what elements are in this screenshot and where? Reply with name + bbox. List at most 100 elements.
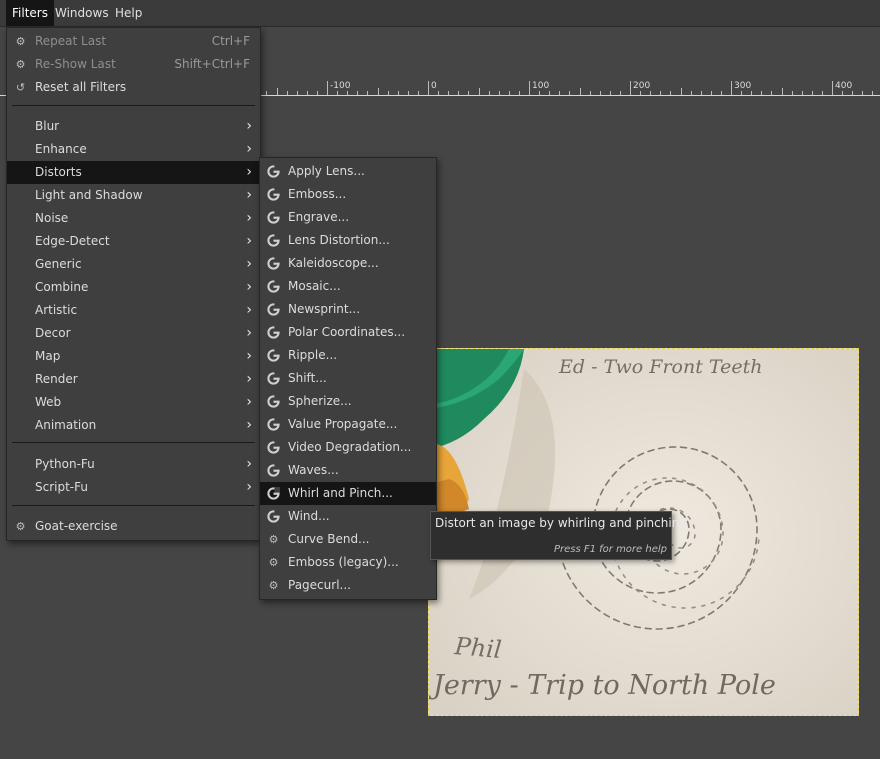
ruler-tick [630, 81, 631, 95]
distort-legacy-item[interactable]: ⚙ Pagecurl... [260, 574, 436, 597]
gegl-icon [267, 234, 280, 247]
distort-legacy-item[interactable]: ⚙ Emboss (legacy)... [260, 551, 436, 574]
reset-all-label: Reset all Filters [35, 80, 127, 94]
distort-item[interactable]: Lens Distortion... [260, 229, 436, 252]
ruler-tick [478, 88, 480, 95]
gegl-icon [267, 188, 280, 201]
menu-item-repeat-last[interactable]: ⚙ Repeat Last Ctrl+F [7, 30, 260, 53]
ruler-tick [367, 91, 369, 95]
distort-item[interactable]: Ripple... [260, 344, 436, 367]
menu-item-reshow-last[interactable]: ⚙ Re-Show Last Shift+Ctrl+F [7, 53, 260, 76]
distort-item[interactable]: Shift... [260, 367, 436, 390]
gegl-icon [267, 280, 280, 293]
menu-item-map[interactable]: Map › [7, 345, 260, 368]
ruler-tick [316, 91, 318, 95]
ruler-tick [337, 91, 339, 95]
distort-item[interactable]: Newsprint... [260, 298, 436, 321]
script-fu-label: Script-Fu [35, 480, 88, 494]
menu-item-label: Light and Shadow [35, 188, 143, 202]
ruler-tick [539, 91, 541, 95]
repeat-last-shortcut: Ctrl+F [211, 34, 250, 48]
menu-item-combine[interactable]: Combine › [7, 276, 260, 299]
plugin-gear-icon: ⚙ [268, 556, 279, 569]
menu-item-python-fu[interactable]: Python-Fu › [7, 453, 260, 476]
menu-item-blur[interactable]: Blur › [7, 115, 260, 138]
ruler-tick [377, 88, 379, 95]
ruler-tick [700, 91, 702, 95]
distort-item[interactable]: Video Degradation... [260, 436, 436, 459]
menu-item-light-and-shadow[interactable]: Light and Shadow › [7, 184, 260, 207]
menubar: Filters Windows Help [0, 0, 880, 27]
menu-item-label: Animation [35, 418, 97, 432]
distort-item[interactable]: Mosaic... [260, 275, 436, 298]
menu-windows[interactable]: Windows [49, 0, 115, 26]
menu-item-decor[interactable]: Decor › [7, 322, 260, 345]
menu-item-edge-detect[interactable]: Edge-Detect › [7, 230, 260, 253]
distort-item-label: Kaleidoscope... [288, 256, 379, 270]
menu-item-goat-exercise[interactable]: ⚙ Goat-exercise [7, 515, 260, 538]
image-text-phil: Phil [452, 632, 502, 664]
menu-item-animation[interactable]: Animation › [7, 414, 260, 437]
chevron-right-icon: › [246, 417, 252, 433]
ruler-tick [387, 91, 389, 95]
reshow-last-label: Re-Show Last [35, 57, 116, 71]
menu-item-label: Distorts [35, 165, 82, 179]
ruler-tick [306, 91, 308, 95]
distort-item-label: Waves... [288, 463, 339, 477]
ruler-tick [589, 91, 591, 95]
ruler-tick [872, 91, 874, 95]
distort-item[interactable]: Engrave... [260, 206, 436, 229]
distort-item-label: Whirl and Pinch... [288, 486, 393, 500]
distort-legacy-item[interactable]: ⚙ Curve Bend... [260, 528, 436, 551]
ruler-tick [842, 91, 844, 95]
menu-item-artistic[interactable]: Artistic › [7, 299, 260, 322]
distort-item-label: Wind... [288, 509, 330, 523]
menu-item-label: Blur [35, 119, 60, 133]
ruler-tick [266, 91, 268, 95]
distort-item[interactable]: Whirl and Pinch... [260, 482, 436, 505]
menu-item-enhance[interactable]: Enhance › [7, 138, 260, 161]
distort-item[interactable]: Spherize... [260, 390, 436, 413]
ruler-label: 100 [532, 81, 550, 91]
menu-item-label: Render [35, 372, 78, 386]
gegl-icon [267, 441, 280, 454]
ruler-tick [821, 91, 823, 95]
chevron-right-icon: › [246, 210, 252, 226]
menu-item-script-fu[interactable]: Script-Fu › [7, 476, 260, 499]
ruler-tick [650, 91, 652, 95]
distort-item[interactable]: Kaleidoscope... [260, 252, 436, 275]
ruler-tick [690, 91, 692, 95]
ruler-tick [680, 88, 682, 95]
menu-item-render[interactable]: Render › [7, 368, 260, 391]
reshow-icon: ⚙ [15, 58, 26, 71]
menu-item-distorts[interactable]: Distorts › [7, 161, 260, 184]
menu-help[interactable]: Help [109, 0, 148, 26]
ruler-tick [801, 91, 803, 95]
ruler-tick [347, 91, 349, 95]
distort-item-label: Emboss (legacy)... [288, 555, 399, 569]
distort-item[interactable]: Wind... [260, 505, 436, 528]
distort-item[interactable]: Value Propagate... [260, 413, 436, 436]
menu-filters[interactable]: Filters [6, 0, 54, 26]
distort-item[interactable]: Emboss... [260, 183, 436, 206]
ruler-tick [731, 81, 732, 95]
distort-item[interactable]: Waves... [260, 459, 436, 482]
distort-item-label: Curve Bend... [288, 532, 370, 546]
ruler-tick [720, 91, 722, 95]
image-text-bottom: Jerry - Trip to North Pole [429, 670, 776, 701]
ruler-tick [670, 91, 672, 95]
menu-item-web[interactable]: Web › [7, 391, 260, 414]
ruler-tick [468, 91, 470, 95]
filters-menu: ⚙ Repeat Last Ctrl+F ⚙ Re-Show Last Shif… [6, 27, 261, 541]
menu-item-generic[interactable]: Generic › [7, 253, 260, 276]
chevron-right-icon: › [246, 141, 252, 157]
distort-item-label: Newsprint... [288, 302, 361, 316]
ruler-tick [862, 91, 864, 95]
ruler-label: -100 [330, 81, 351, 91]
menu-item-reset-all-filters[interactable]: ↺ Reset all Filters [7, 76, 260, 99]
ruler-tick [518, 91, 520, 95]
ruler-tick [640, 91, 642, 95]
distort-item[interactable]: Apply Lens... [260, 160, 436, 183]
distort-item[interactable]: Polar Coordinates... [260, 321, 436, 344]
menu-item-noise[interactable]: Noise › [7, 207, 260, 230]
